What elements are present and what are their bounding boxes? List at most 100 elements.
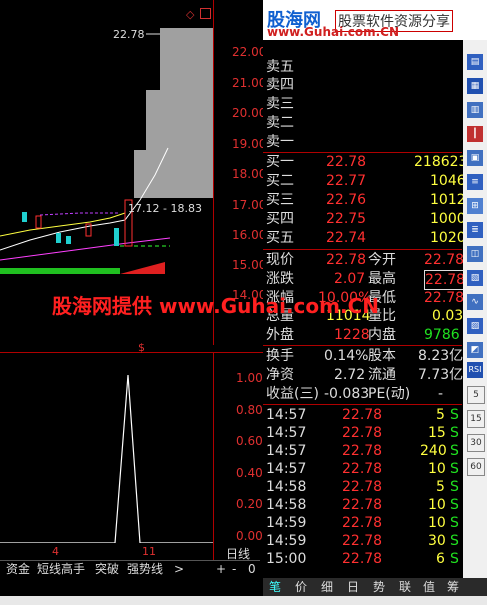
compare-icon[interactable]: ⊞	[467, 198, 483, 214]
tick-time: 14:57	[266, 443, 307, 459]
tick-row[interactable]: 14:57 22.78 240 S	[266, 442, 462, 460]
sell-label: 卖四	[266, 77, 294, 93]
buy-price: 22.74	[326, 230, 367, 246]
status-bar	[0, 596, 487, 605]
range-label: 17.12 - 18.83	[128, 202, 202, 215]
tick-row[interactable]: 14:57 22.78 5 S	[266, 406, 462, 424]
tick-price: 22.78	[342, 515, 383, 531]
tick-time: 14:58	[266, 497, 307, 513]
period-5-icon[interactable]: 5	[467, 386, 485, 404]
float-value: 7.73亿	[418, 367, 464, 383]
tick-side: S	[450, 533, 459, 549]
more-tabs-button[interactable]: >	[174, 561, 184, 578]
sell-row[interactable]: 卖一	[266, 133, 462, 151]
tab-trades[interactable]: 笔	[269, 578, 281, 596]
eps-value: -0.083	[324, 386, 370, 402]
outer-value: 1228	[334, 327, 370, 343]
tick-row[interactable]: 14:59 22.78 30 S	[266, 532, 462, 550]
block-icon[interactable]: ▧	[467, 270, 483, 286]
tab-breakout[interactable]: 突破	[95, 561, 119, 578]
axis-tick: 1.00	[236, 371, 263, 385]
sell-row[interactable]: 卖五	[266, 58, 462, 76]
grid-icon[interactable]: ▦	[467, 78, 483, 94]
tab-fund[interactable]: 资金	[6, 561, 30, 578]
quote-row: 净资 2.72 流通 7.73亿	[266, 366, 464, 384]
tick-volume: 15	[428, 425, 446, 441]
period-15-icon[interactable]: 15	[467, 410, 485, 428]
tab-strong-line[interactable]: 强势线	[127, 561, 163, 578]
tick-time: 14:59	[266, 515, 307, 531]
net-asset-value: 2.72	[334, 367, 366, 383]
capital-label: 股本	[368, 348, 396, 364]
lines-icon[interactable]: ≣	[467, 222, 483, 238]
buy-volume: 1000	[430, 211, 466, 227]
buy-label: 买二	[266, 173, 294, 189]
diamond-icon[interactable]: ◇	[186, 8, 194, 21]
buy-volume: 1020	[430, 230, 466, 246]
menu-box-icon[interactable]	[200, 8, 211, 19]
tab-short-master[interactable]: 短线高手	[37, 561, 85, 578]
indicator-chart[interactable]	[0, 353, 213, 543]
list-icon[interactable]: ≡	[467, 174, 483, 190]
inner-value: 9786	[424, 327, 460, 343]
tick-price: 22.78	[342, 533, 383, 549]
outer-label: 外盘	[266, 327, 294, 343]
buy-price: 22.75	[326, 211, 367, 227]
zoom-in-button[interactable]: +	[216, 561, 226, 578]
change-value: 2.07	[334, 271, 366, 287]
tick-side: S	[450, 551, 459, 567]
tick-price: 22.78	[342, 479, 383, 495]
tab-day[interactable]: 日	[347, 578, 359, 596]
tab-chips[interactable]: 筹	[447, 578, 459, 596]
float-label: 流通	[368, 367, 396, 383]
tick-side: S	[450, 515, 459, 531]
rsi-icon[interactable]: RSI	[467, 362, 483, 378]
wave-icon[interactable]: ∿	[467, 294, 483, 310]
tick-price: 22.78	[342, 425, 383, 441]
buy-row[interactable]: 买五 22.74 1020	[266, 229, 466, 247]
tick-row[interactable]: 14:59 22.78 10 S	[266, 514, 462, 532]
bar-chart-icon[interactable]: ▥	[467, 102, 483, 118]
buy-label: 买一	[266, 154, 294, 170]
axis-tick: 20.00	[232, 106, 267, 120]
table-icon[interactable]: ▤	[467, 54, 483, 70]
layout-icon[interactable]: ◫	[467, 246, 483, 262]
quote-row: 现价 22.78 今开 22.78	[266, 251, 464, 269]
tab-trend[interactable]: 势	[373, 578, 385, 596]
tab-value[interactable]: 值	[423, 578, 435, 596]
tick-row[interactable]: 14:57 22.78 15 S	[266, 424, 462, 442]
tick-price: 22.78	[342, 407, 383, 423]
period-60-icon[interactable]: 60	[467, 458, 485, 476]
tab-detail[interactable]: 细	[321, 578, 333, 596]
tick-row[interactable]: 14:58 22.78 10 S	[266, 496, 462, 514]
zoom-out-button[interactable]: -	[232, 561, 236, 578]
high-value: 22.78	[424, 270, 467, 290]
tick-volume: 240	[420, 443, 447, 459]
divider	[263, 249, 462, 250]
tab-price[interactable]: 价	[295, 578, 307, 596]
tick-time: 14:59	[266, 533, 307, 549]
window-icon[interactable]: ▣	[467, 150, 483, 166]
quote-row: 收益(三) -0.083 PE(动) -	[266, 385, 462, 403]
period-30-icon[interactable]: 30	[467, 434, 485, 452]
buy-row[interactable]: 买二 22.77 1046	[266, 172, 466, 190]
buy-row[interactable]: 买一 22.78 218623	[266, 153, 467, 171]
tick-price: 22.78	[342, 497, 383, 513]
candle-icon[interactable]: ┃	[467, 126, 483, 142]
chart-icon[interactable]: ▨	[467, 318, 483, 334]
zoom-reset-button[interactable]: 0	[248, 561, 256, 578]
buy-row[interactable]: 买三 22.76 1012	[266, 191, 466, 209]
tick-volume: 5	[436, 479, 445, 495]
sell-row[interactable]: 卖三	[266, 95, 462, 113]
sell-row[interactable]: 卖四	[266, 76, 462, 94]
eps-label: 收益(三)	[266, 386, 319, 402]
axis-tick: 0.60	[236, 434, 263, 448]
tick-row[interactable]: 14:58 22.78 5 S	[266, 478, 462, 496]
sector-icon[interactable]: ◩	[467, 342, 483, 358]
tick-row[interactable]: 15:00 22.78 6 S	[266, 550, 462, 568]
axis-tick: 17.00	[232, 198, 267, 212]
buy-row[interactable]: 买四 22.75 1000	[266, 210, 466, 228]
tab-link[interactable]: 联	[399, 578, 411, 596]
tick-row[interactable]: 14:57 22.78 10 S	[266, 460, 462, 478]
sell-row[interactable]: 卖二	[266, 114, 462, 132]
